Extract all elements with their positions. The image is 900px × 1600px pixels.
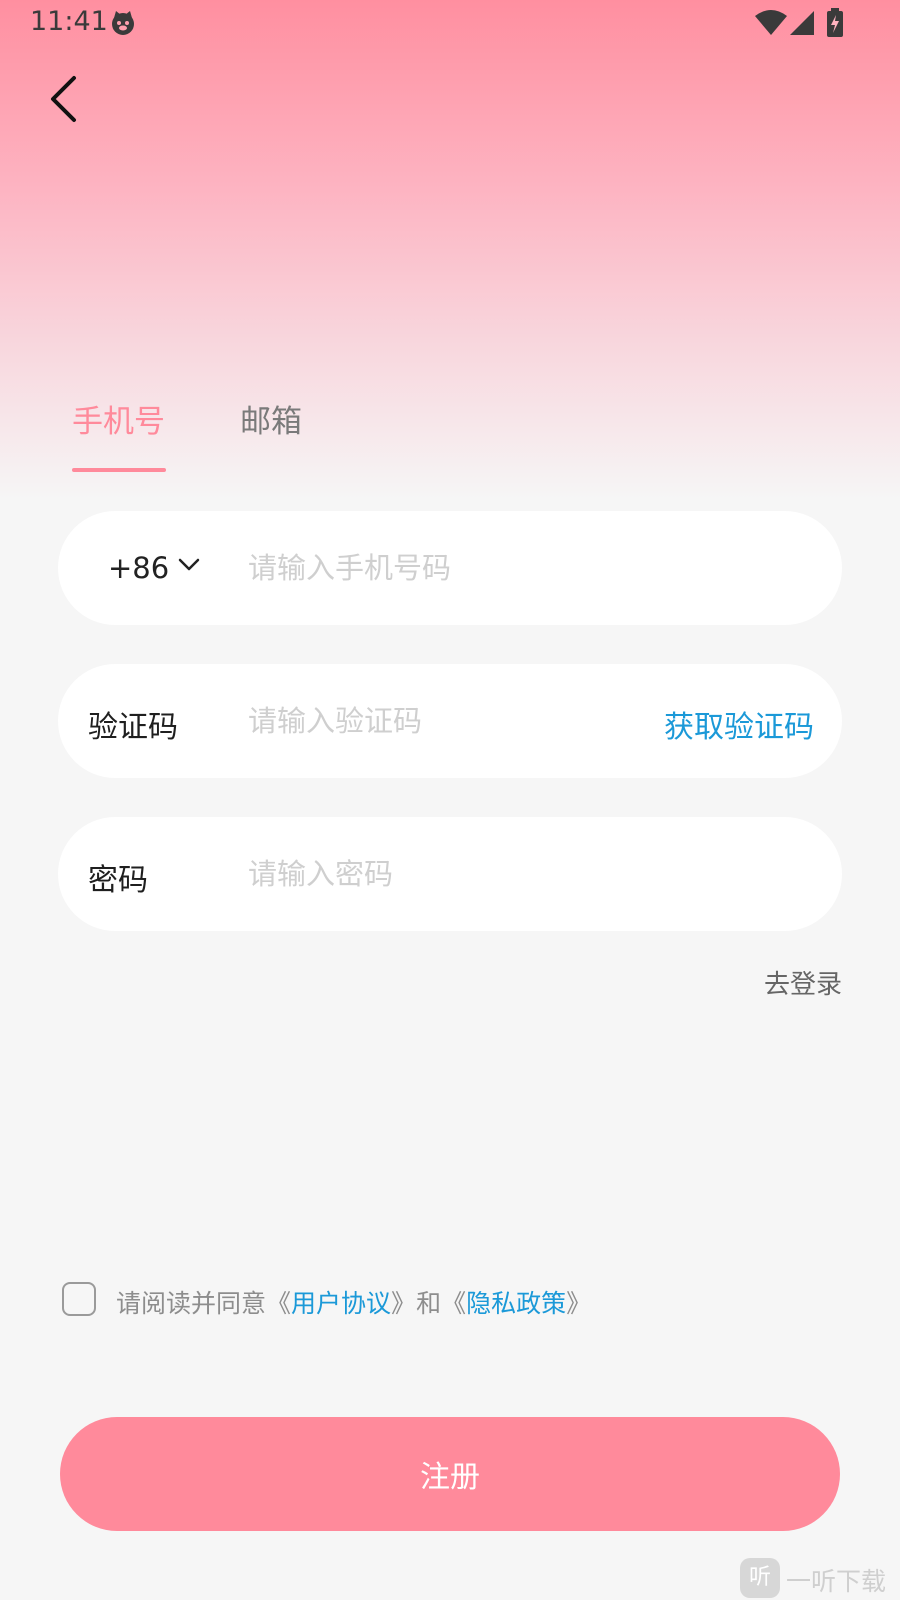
tab-email[interactable]: 邮箱 (240, 396, 302, 441)
register-button[interactable]: 注册 (60, 1417, 840, 1531)
battery-charging-icon (827, 8, 843, 37)
watermark-logo: 听 (740, 1558, 780, 1598)
privacy-link[interactable]: 隐私政策 (466, 1289, 566, 1318)
bracket-open: 《 (266, 1289, 292, 1318)
phone-input[interactable] (248, 538, 628, 598)
back-button[interactable] (44, 72, 92, 128)
status-time: 11:41 (30, 6, 108, 37)
chevron-left-icon (51, 76, 76, 122)
agreement-checkbox[interactable] (62, 1282, 96, 1316)
header-background (0, 0, 900, 520)
agreement-text: 请阅读并同意《用户协议》和《隐私政策》 (116, 1284, 591, 1320)
watermark-text: 一听下载 (786, 1567, 887, 1596)
bracket-open: 《 (441, 1289, 467, 1318)
get-code-button[interactable]: 获取验证码 (664, 702, 814, 746)
agreement-prefix: 请阅读并同意 (116, 1289, 267, 1318)
password-field: 密码 (58, 817, 842, 931)
active-tab-indicator (72, 468, 166, 472)
country-code-select[interactable]: +86 (108, 551, 169, 585)
phone-field: +86 (58, 511, 842, 625)
bracket-close: 》 (391, 1289, 417, 1318)
verification-code-label: 验证码 (88, 710, 178, 745)
bracket-close: 》 (566, 1289, 592, 1318)
verification-code-input[interactable] (248, 691, 628, 751)
password-input[interactable] (248, 844, 628, 904)
verification-code-field: 验证码 获取验证码 (58, 664, 842, 778)
status-bar: 11:41 (0, 0, 900, 48)
chevron-down-icon[interactable] (177, 557, 201, 573)
terms-link[interactable]: 用户协议 (291, 1289, 391, 1318)
wifi-icon (755, 10, 787, 35)
cat-face-icon (112, 11, 134, 35)
password-label: 密码 (88, 863, 148, 898)
cellular-signal-icon (790, 11, 814, 35)
agreement-and: 和 (416, 1289, 442, 1318)
go-login-link[interactable]: 去登录 (764, 964, 842, 1001)
tab-phone[interactable]: 手机号 (72, 396, 165, 441)
watermark: 听 一听下载 (740, 1558, 900, 1598)
